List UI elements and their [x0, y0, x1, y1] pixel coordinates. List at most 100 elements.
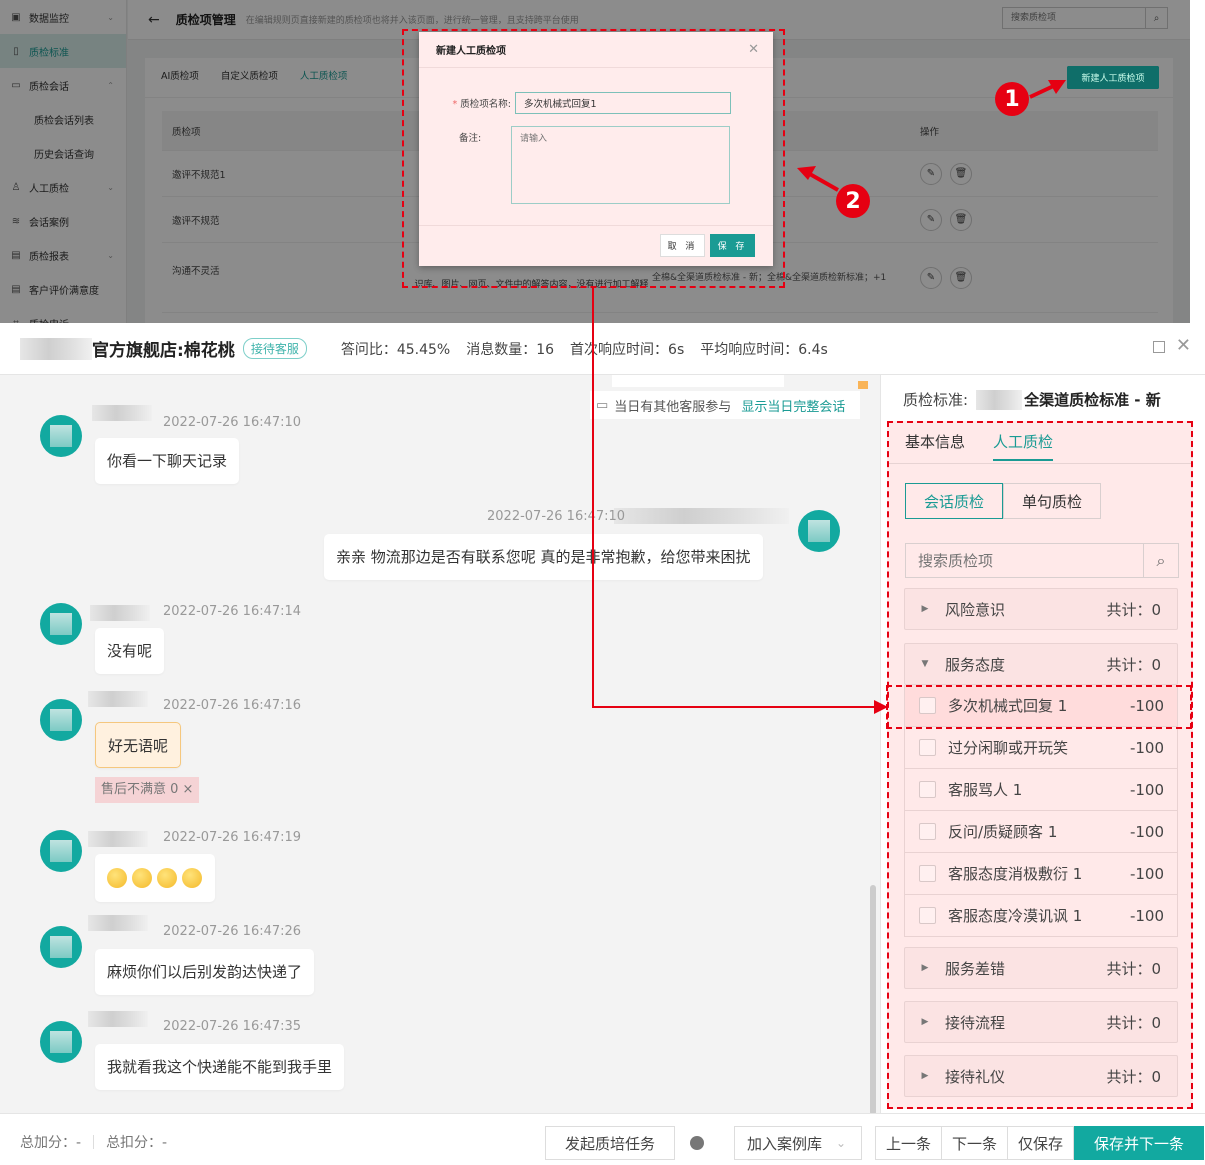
- annotation-badge-1: 1: [995, 82, 1029, 116]
- next-button[interactable]: 下一条: [941, 1126, 1008, 1160]
- violation-tag: 售后不满意 0 ×: [95, 777, 200, 803]
- total-deduct-score: 总扣分：-: [106, 1135, 168, 1151]
- add-to-case-library-dropdown[interactable]: 加入案例库 ⌄: [734, 1126, 862, 1160]
- message-time: 2022-07-26 16:47:26: [163, 924, 302, 939]
- divider: [889, 463, 1191, 464]
- search-icon[interactable]: ⌕: [1143, 544, 1178, 577]
- other-agent-notice: ▭ 当日有其他客服参与 显示当日完整会话: [590, 391, 860, 419]
- qc-item-search-input[interactable]: [906, 544, 1143, 577]
- qc-item[interactable]: 过分闲聊或开玩笑 -100: [904, 727, 1178, 769]
- qc-item-search: ⌕: [905, 543, 1179, 578]
- group-service-errors[interactable]: ▶ 服务差错 共计：0: [904, 947, 1178, 989]
- message-bubble: 我就看我这个快递能不能到我手里: [95, 1044, 345, 1090]
- message-time: 2022-07-26 16:47:35: [163, 1019, 302, 1034]
- message-bubble: 亲亲 物流那边是否有联系您呢 真的是非常抱歉，给您带来困扰: [324, 534, 763, 580]
- stat-message-count: 消息数量：16: [466, 341, 555, 358]
- checkbox[interactable]: [919, 907, 936, 924]
- chat-history: ▭ 当日有其他客服参与 显示当日完整会话 2022-07-26 16:47:10…: [0, 375, 880, 1113]
- smile-emoji-icon: [132, 867, 152, 888]
- marker-icon: [858, 381, 868, 389]
- qc-item[interactable]: 反问/质疑顾客 1 -100: [904, 811, 1178, 853]
- emoji-message-bubble: [95, 854, 215, 902]
- blurred-nickname: [88, 691, 148, 707]
- save-and-next-button[interactable]: 保存并下一条: [1074, 1126, 1204, 1160]
- stat-avg-response: 平均响应时间：6.4s: [700, 341, 828, 358]
- shop-name: 官方旗舰店:棉花桃: [92, 341, 235, 361]
- chat-icon: ▭: [596, 397, 609, 413]
- avatar: [40, 603, 82, 645]
- message-bubble: 没有呢: [95, 628, 165, 674]
- caret-right-icon: ▶: [921, 1071, 929, 1081]
- message-bubble: 麻烦你们以后别发韵达快递了: [95, 949, 315, 995]
- avatar: [798, 510, 840, 552]
- group-reception-process[interactable]: ▶ 接待流程 共计：0: [904, 1001, 1178, 1043]
- checkbox[interactable]: [919, 823, 936, 840]
- qc-mode-switch: 会话质检 单句质检: [905, 483, 1101, 519]
- caret-right-icon: ▶: [921, 1017, 929, 1027]
- show-full-session-link[interactable]: 显示当日完整会话: [741, 396, 845, 415]
- message-time: 2022-07-26 16:47:10: [163, 415, 302, 430]
- connector-line-horizontal: [592, 706, 882, 708]
- previous-message-fragment: [612, 375, 784, 387]
- blurred-shop-prefix: [20, 337, 92, 360]
- message-time: 2022-07-26 16:47:10: [487, 509, 626, 524]
- tab-manual-qc[interactable]: 人工质检: [993, 431, 1054, 461]
- chat-scrollbar[interactable]: [870, 885, 876, 1113]
- blurred-nickname: [88, 1011, 148, 1027]
- prev-button[interactable]: 上一条: [875, 1126, 942, 1160]
- annotation-badge-2: 2: [836, 184, 870, 218]
- session-qc-panel: 官方旗舰店:棉花桃 接待客服 答问比：45.45% 消息数量：16 首次响应时间…: [0, 323, 1205, 1165]
- blurred-standard-prefix: [976, 389, 1023, 410]
- qc-item[interactable]: 客服骂人 1 -100: [904, 769, 1178, 811]
- tab-basic-info[interactable]: 基本信息: [905, 431, 965, 461]
- close-icon[interactable]: ✕: [1176, 335, 1191, 356]
- message-time: 2022-07-26 16:47:14: [163, 604, 302, 619]
- right-tab-bar: 基本信息 人工质检: [905, 431, 1081, 461]
- info-icon[interactable]: [690, 1136, 704, 1150]
- blurred-nickname: [614, 508, 789, 524]
- avatar: [40, 415, 82, 457]
- avatar: [40, 699, 82, 741]
- maximize-icon[interactable]: [1153, 341, 1165, 353]
- footer-bar: 总加分：- 总扣分：- 发起质培任务 加入案例库 ⌄ 上一条 下一条 仅保存 保存…: [0, 1113, 1205, 1165]
- segment-sentence-qc[interactable]: 单句质检: [1003, 483, 1101, 519]
- caret-right-icon: ▶: [921, 604, 929, 614]
- blurred-nickname: [88, 831, 148, 847]
- remove-tag-icon[interactable]: ×: [183, 782, 194, 797]
- avatar: [40, 926, 82, 968]
- checkbox[interactable]: [919, 781, 936, 798]
- divider: [93, 1135, 95, 1149]
- segment-session-qc[interactable]: 会话质检: [905, 483, 1003, 519]
- caret-down-icon: ▼: [921, 659, 929, 669]
- save-only-button[interactable]: 仅保存: [1007, 1126, 1074, 1160]
- annotation-box-dialog: [402, 29, 785, 288]
- session-header: 官方旗舰店:棉花桃 接待客服 答问比：45.45% 消息数量：16 首次响应时间…: [0, 323, 1205, 375]
- role-tag: 接待客服: [242, 338, 307, 359]
- qc-item[interactable]: 客服态度冷漠讥讽 1 -100: [904, 895, 1178, 937]
- chevron-down-icon: ⌄: [836, 1136, 847, 1150]
- group-service-attitude[interactable]: ▼ 服务态度 共计：0: [904, 643, 1178, 685]
- flagged-message-bubble: 好无语呢: [95, 722, 182, 768]
- message-bubble: 你看一下聊天记录: [95, 438, 240, 484]
- annotation-box-new-item: [886, 685, 1192, 729]
- blurred-nickname: [90, 605, 150, 621]
- stat-answer-ratio: 答问比：45.45%: [340, 341, 451, 358]
- blurred-nickname: [92, 405, 152, 421]
- smile-emoji-icon: [157, 867, 177, 888]
- start-training-task-button[interactable]: 发起质培任务: [545, 1126, 675, 1160]
- group-reception-etiquette[interactable]: ▶ 接待礼仪 共计：0: [904, 1055, 1178, 1097]
- new-manual-item-button-highlighted[interactable]: 新建人工质检项: [1067, 66, 1159, 89]
- caret-right-icon: ▶: [921, 963, 929, 973]
- smile-emoji-icon: [182, 867, 202, 888]
- checkbox[interactable]: [919, 865, 936, 882]
- stat-first-response: 首次响应时间：6s: [570, 341, 685, 358]
- avatar: [40, 830, 82, 872]
- qc-item[interactable]: 客服态度消极敷衍 1 -100: [904, 853, 1178, 895]
- qc-standard: 质检标准: 全渠道质检标准 - 新: [903, 389, 1161, 410]
- connector-line-vertical: [592, 288, 594, 707]
- connector-arrowhead: [874, 700, 888, 714]
- checkbox[interactable]: [919, 739, 936, 756]
- message-time: 2022-07-26 16:47:19: [163, 830, 302, 845]
- group-risk-awareness[interactable]: ▶ 风险意识 共计：0: [904, 588, 1178, 630]
- avatar: [40, 1021, 82, 1063]
